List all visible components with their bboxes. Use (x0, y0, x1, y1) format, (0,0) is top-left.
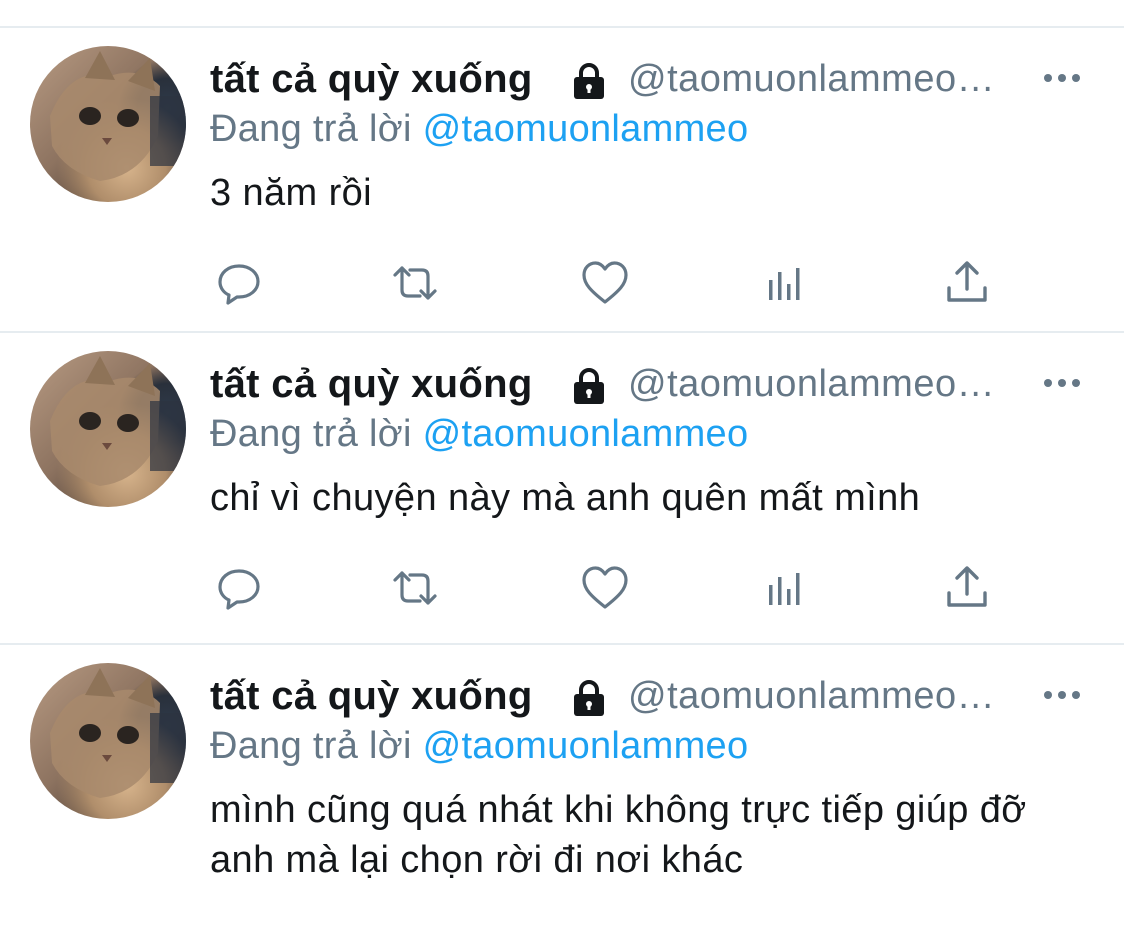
tweet-actions (210, 563, 1010, 613)
reply-prefix: Đang trả lời (210, 108, 412, 150)
reply-mention-link[interactable]: @taomuonlammeo (423, 413, 749, 455)
tweet-header: tất cả quỳ xuống @taomuonlammeo… (210, 671, 1090, 721)
tweet[interactable]: tất cả quỳ xuống @taomuonlammeo… Đang tr… (0, 28, 1124, 333)
handle[interactable]: @taomuonlammeo… (628, 671, 995, 721)
heart-icon[interactable] (580, 258, 630, 308)
display-name[interactable]: tất cả quỳ xuống (210, 359, 533, 409)
heart-icon[interactable] (580, 563, 630, 613)
reply-context: Đang trả lời @taomuonlammeo (210, 721, 748, 771)
lock-icon (570, 367, 608, 405)
share-icon[interactable] (942, 258, 992, 308)
reply-prefix: Đang trả lời (210, 413, 412, 455)
tweet[interactable]: tất cả quỳ xuống @taomuonlammeo… Đang tr… (0, 333, 1124, 645)
handle[interactable]: @taomuonlammeo… (628, 54, 995, 104)
stats-icon[interactable] (762, 563, 812, 613)
more-icon[interactable] (1042, 68, 1082, 88)
reply-prefix: Đang trả lời (210, 725, 412, 767)
display-name[interactable]: tất cả quỳ xuống (210, 54, 533, 104)
reply-mention-link[interactable]: @taomuonlammeo (423, 108, 749, 150)
retweet-icon[interactable] (390, 258, 440, 308)
tweet-text: chỉ vì chuyện này mà anh quên mất mình (210, 477, 921, 519)
tweet-text: 3 năm rồi (210, 172, 373, 214)
tweet-text: mình cũng quá nhát khi không trực tiếp g… (210, 789, 1027, 881)
more-icon[interactable] (1042, 373, 1082, 393)
tweet[interactable]: tất cả quỳ xuống @taomuonlammeo… Đang tr… (0, 645, 1124, 945)
display-name[interactable]: tất cả quỳ xuống (210, 671, 533, 721)
handle[interactable]: @taomuonlammeo… (628, 359, 995, 409)
more-icon[interactable] (1042, 685, 1082, 705)
reply-mention-link[interactable]: @taomuonlammeo (423, 725, 749, 767)
avatar[interactable] (30, 46, 186, 202)
reply-icon[interactable] (214, 563, 264, 613)
reply-context: Đang trả lời @taomuonlammeo (210, 104, 748, 154)
lock-icon (570, 679, 608, 717)
lock-icon (570, 62, 608, 100)
reply-feed: tất cả quỳ xuống @taomuonlammeo… Đang tr… (0, 28, 1124, 945)
tweet-actions (210, 258, 1010, 308)
tweet-header: tất cả quỳ xuống @taomuonlammeo… (210, 54, 1090, 104)
reply-icon[interactable] (214, 258, 264, 308)
reply-context: Đang trả lời @taomuonlammeo (210, 409, 748, 459)
retweet-icon[interactable] (390, 563, 440, 613)
avatar[interactable] (30, 663, 186, 819)
avatar[interactable] (30, 351, 186, 507)
tweet-header: tất cả quỳ xuống @taomuonlammeo… (210, 359, 1090, 409)
share-icon[interactable] (942, 563, 992, 613)
stats-icon[interactable] (762, 258, 812, 308)
